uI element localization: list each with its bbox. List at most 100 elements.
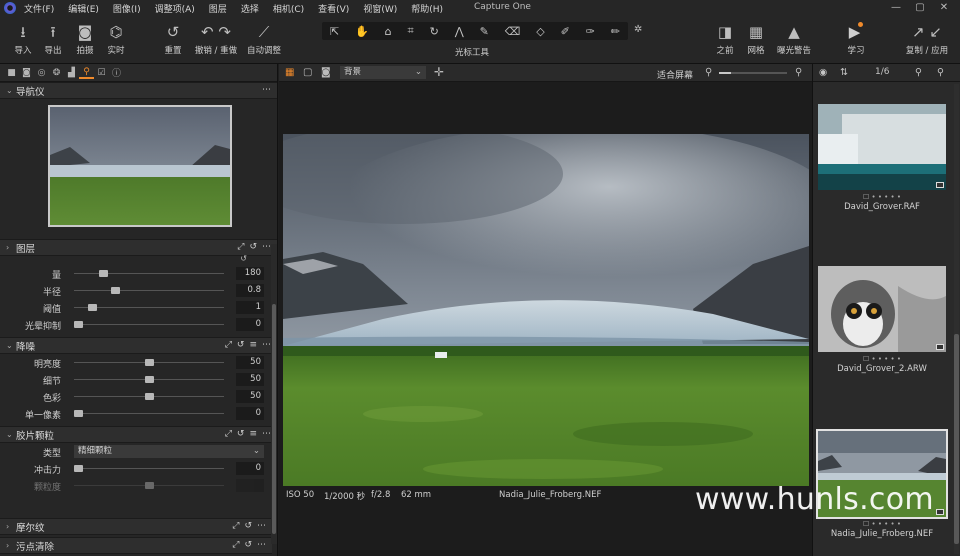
menu-layers[interactable]: 图层 [209, 2, 227, 15]
expand-icon[interactable]: ⤢ [232, 521, 239, 531]
search-icon[interactable]: ⚲ [937, 67, 944, 78]
metadata-tab-icon[interactable]: ⓘ [109, 66, 124, 79]
slider-color[interactable]: 色彩 50 [0, 388, 277, 405]
more-icon[interactable]: ⋯ [262, 242, 271, 252]
auto-adjust-button[interactable]: ⟋ 自动调整 [244, 22, 284, 56]
more-icon[interactable]: ⋯ [262, 429, 271, 439]
more-icon[interactable]: ⋯ [257, 540, 266, 550]
learn-button[interactable]: ▶ 学习 [836, 22, 876, 56]
thumbnail-image[interactable] [818, 104, 946, 190]
navigator-thumbnail[interactable] [48, 105, 232, 227]
rotate-icon[interactable]: ↻ [430, 25, 439, 38]
slider-impact[interactable]: 冲击力 0 [0, 460, 277, 477]
thumbnail-image[interactable] [818, 266, 946, 352]
slider-knob[interactable] [99, 270, 109, 277]
rating-dots[interactable]: ☐ • • • • • [817, 519, 947, 529]
threshold-value[interactable]: 1 [236, 301, 264, 314]
browser-scrollbar[interactable] [954, 84, 959, 554]
expand-icon[interactable]: ⤢ [232, 540, 239, 550]
exposure-warning-button[interactable]: ▲ 曝光警告 [772, 22, 816, 56]
loupe-icon[interactable]: ⌂ [385, 25, 392, 38]
reset-button[interactable]: ↺ 重置 [153, 22, 193, 56]
rating-dots[interactable]: ☐ • • • • • [817, 354, 947, 364]
close-button[interactable]: ✕ [932, 0, 956, 16]
slider-knob[interactable] [110, 287, 120, 294]
color-value[interactable]: 50 [236, 390, 264, 403]
granularity-value[interactable] [236, 479, 264, 492]
reset-small-icon[interactable]: ↺ [244, 521, 252, 531]
zoom-slider[interactable] [719, 72, 787, 74]
reset-small-icon[interactable]: ↺ [249, 242, 257, 252]
color-tab-icon[interactable]: ❂ [49, 68, 64, 78]
minimize-button[interactable]: — [884, 0, 908, 16]
grid-button[interactable]: ▦ 网格 [736, 22, 776, 56]
tool-panel-scrollbar[interactable] [271, 244, 277, 544]
expand-icon[interactable]: ⤢ [225, 429, 232, 439]
add-icon[interactable]: ✛ [434, 65, 444, 79]
menu-image[interactable]: 图像(I) [113, 2, 141, 15]
select-cursor-icon[interactable]: ⇱ [330, 25, 339, 38]
library-tab-icon[interactable]: ■ [4, 68, 19, 78]
thumbnail-item[interactable]: ☐ • • • • • David_Grover.RAF [817, 104, 947, 212]
zoom-out-icon[interactable]: ⚲ [705, 67, 712, 78]
adjustments-tab-icon[interactable]: ☑ [94, 68, 109, 78]
rating-dots[interactable]: ☐ • • • • • [817, 192, 947, 202]
variant-select[interactable]: 背景 ⌄ [340, 66, 426, 79]
cursor-tools-more-icon[interactable]: ✲ [634, 24, 642, 35]
slider-radius[interactable]: 半径 0.8 [0, 282, 277, 299]
eye-icon[interactable]: ◉ [819, 67, 827, 78]
slider-knob[interactable] [88, 304, 98, 311]
menu-adjustments[interactable]: 调整项(A) [155, 2, 195, 15]
single-view-icon[interactable]: ▢ [303, 67, 312, 78]
halo-value[interactable]: 0 [236, 318, 264, 331]
slider-detail[interactable]: 细节 50 [0, 371, 277, 388]
capture-tab-icon[interactable]: ◙ [19, 68, 34, 78]
slider-knob[interactable] [74, 410, 83, 417]
more-icon[interactable]: ⋯ [257, 521, 266, 531]
pan-hand-icon[interactable]: ✋ [355, 25, 369, 38]
picker-icon[interactable]: ✐ [561, 25, 570, 38]
presets-icon[interactable]: ≡ [249, 340, 257, 350]
wb-picker-icon[interactable]: ✑ [586, 25, 595, 38]
single-pixel-value[interactable]: 0 [236, 407, 264, 420]
radius-value[interactable]: 0.8 [236, 284, 264, 297]
slider-knob[interactable] [144, 376, 154, 383]
annotate-icon[interactable]: ✏ [611, 25, 620, 38]
slider-single-pixel[interactable]: 单一像素 0 [0, 405, 277, 422]
slider-luminance[interactable]: 明亮度 50 [0, 354, 277, 371]
live-button[interactable]: ⌬ 实时 [96, 22, 136, 56]
copy-apply-button[interactable]: ↗ ↙ 复制 / 应用 [902, 22, 952, 56]
fit-screen-label[interactable]: 适合屏幕 [657, 68, 693, 81]
noise-reduction-header[interactable]: ⌄ 降噪 ⤢ ↺ ≡ ⋯ [0, 337, 277, 354]
brush-icon[interactable]: ✎ [480, 25, 489, 38]
expand-icon[interactable]: ⤢ [225, 340, 232, 350]
menu-help[interactable]: 帮助(H) [411, 2, 443, 15]
menu-view[interactable]: 查看(V) [318, 2, 349, 15]
menu-select[interactable]: 选择 [241, 2, 259, 15]
navigator-header[interactable]: ⌄ 导航仪 ⋯ [0, 82, 277, 99]
proof-view-icon[interactable]: ◙ [321, 67, 331, 78]
expand-icon[interactable]: ⤢ [237, 242, 244, 252]
amount-value[interactable]: 180 [236, 267, 264, 280]
capture-one-logo[interactable] [4, 2, 16, 14]
slider-knob[interactable] [74, 321, 83, 328]
layers-header[interactable]: › 图层 ⤢ ↺ ⋯ [0, 239, 277, 256]
details-tab-icon[interactable]: ⚲ [79, 67, 94, 79]
undo-redo-button[interactable]: ↶ ↷ 撤销 / 重做 [192, 22, 240, 56]
more-icon[interactable]: ⋯ [262, 340, 271, 350]
reset-small-icon[interactable]: ↺ [237, 340, 245, 350]
main-image[interactable] [283, 134, 809, 486]
presets-icon[interactable]: ≡ [249, 429, 257, 439]
slider-knob[interactable] [144, 482, 154, 489]
exposure-tab-icon[interactable]: ▟ [64, 68, 79, 78]
slider-knob[interactable] [144, 359, 154, 366]
menu-camera[interactable]: 相机(C) [273, 2, 304, 15]
menu-window[interactable]: 视窗(W) [363, 2, 397, 15]
more-icon[interactable]: ⋯ [262, 85, 271, 95]
slider-knob[interactable] [74, 465, 83, 472]
slider-knob[interactable] [144, 393, 154, 400]
eraser-icon[interactable]: ⌫ [505, 25, 521, 38]
moire-header[interactable]: › 摩尔纹 ⤢ ↺ ⋯ [0, 518, 272, 535]
menu-file[interactable]: 文件(F) [24, 2, 54, 15]
film-grain-header[interactable]: ⌄ 胶片颗粒 ⤢ ↺ ≡ ⋯ [0, 426, 277, 443]
